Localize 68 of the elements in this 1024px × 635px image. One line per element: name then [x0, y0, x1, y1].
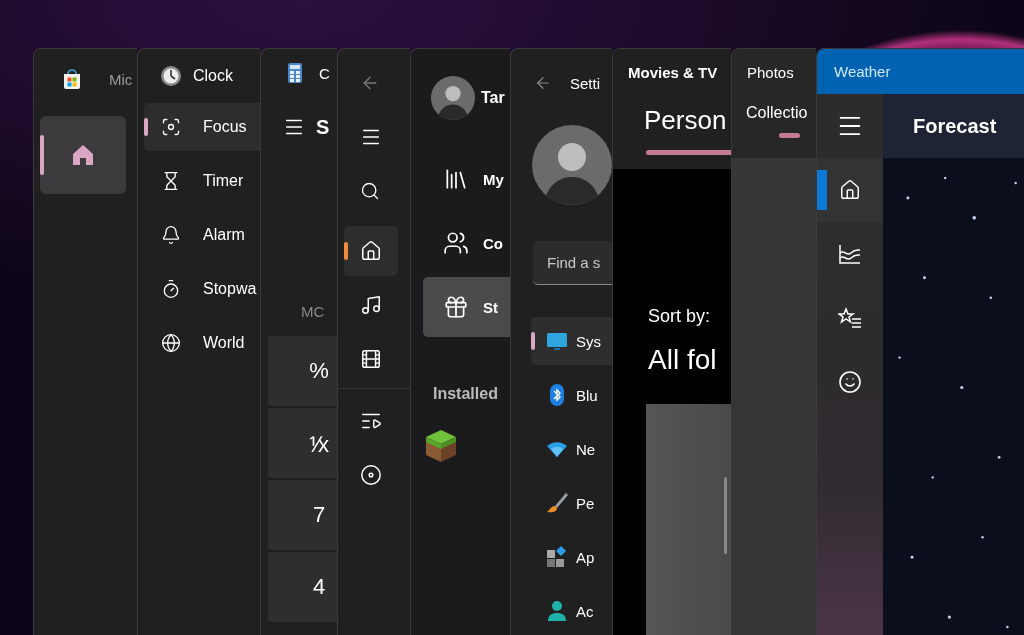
nav-icon — [161, 279, 181, 299]
calculator-key[interactable]: ⅟x — [268, 408, 337, 478]
nav-item[interactable] — [344, 226, 398, 276]
chart-icon — [838, 243, 862, 265]
tab[interactable]: Person — [644, 105, 727, 136]
page-title: Forecast — [913, 114, 997, 138]
nav-item[interactable]: Co — [423, 213, 510, 273]
window-title: Setti — [570, 74, 600, 92]
nav-item[interactable]: St — [423, 277, 510, 337]
selection-indicator — [144, 118, 148, 136]
memory-clear-button[interactable]: MC — [301, 302, 325, 320]
user-name: Tar — [481, 89, 505, 107]
nav-item[interactable]: World — [144, 319, 260, 367]
nav-icon — [443, 294, 469, 320]
calculator-key[interactable]: 4 — [268, 552, 337, 622]
nav-item[interactable]: Stopwa — [144, 265, 260, 313]
disc-icon — [360, 464, 382, 486]
smiley-icon — [838, 370, 862, 394]
selection-indicator — [817, 170, 827, 210]
nav-item[interactable]: Alarm — [144, 211, 260, 259]
apps-icon — [546, 546, 568, 568]
nav-icon — [161, 333, 181, 353]
window-title: Photos — [747, 63, 794, 81]
nav-icon — [161, 117, 181, 137]
window-title: C — [319, 64, 330, 82]
calculator-key[interactable]: % — [268, 336, 337, 406]
selection-indicator — [531, 332, 535, 350]
avatar — [431, 76, 475, 120]
search-icon — [360, 181, 380, 201]
clock-icon — [160, 65, 182, 87]
nav-item[interactable]: Sys — [531, 317, 612, 365]
film-icon — [360, 348, 382, 370]
scrollbar-thumb[interactable] — [724, 477, 727, 554]
person-icon — [546, 600, 568, 622]
search-field[interactable]: Find a s — [533, 241, 612, 285]
nav-item[interactable]: Ap — [531, 533, 612, 581]
window-title: Mic — [109, 70, 133, 88]
nav-item[interactable]: Pe — [531, 479, 612, 527]
window-title: Movies & TV — [628, 63, 718, 81]
selection-indicator — [40, 135, 44, 175]
favorites-icon — [838, 307, 862, 329]
nav-item[interactable]: Ne — [531, 425, 612, 473]
nav-item[interactable] — [817, 158, 883, 222]
home-icon — [839, 179, 861, 201]
section-heading: Installed — [433, 385, 498, 403]
calculator-key[interactable]: 7 — [268, 480, 337, 550]
nav-item[interactable]: Blu — [531, 371, 612, 419]
back-icon[interactable] — [534, 74, 552, 92]
nav-item[interactable]: Focus — [144, 103, 260, 151]
music-icon — [360, 294, 382, 316]
tab-indicator — [779, 133, 800, 138]
nav-icon — [161, 225, 181, 245]
nav-item[interactable]: My — [423, 149, 510, 209]
store-bag-icon — [61, 68, 83, 90]
mode-title: S — [316, 115, 330, 139]
monitor-icon — [546, 330, 568, 352]
calculator-icon — [288, 63, 302, 83]
tab[interactable]: Collectio — [746, 104, 808, 122]
window-title: Clock — [193, 67, 233, 85]
nav-icon — [443, 230, 469, 256]
window-title: Weather — [834, 63, 891, 80]
nav-item[interactable]: Ac — [531, 587, 612, 635]
sort-label: Sort by: — [648, 305, 711, 327]
home-icon — [360, 240, 382, 262]
nav-item[interactable]: Timer — [144, 157, 260, 205]
selection-indicator — [344, 242, 348, 260]
brush-icon — [546, 492, 568, 514]
section-heading: All fol — [648, 344, 717, 376]
